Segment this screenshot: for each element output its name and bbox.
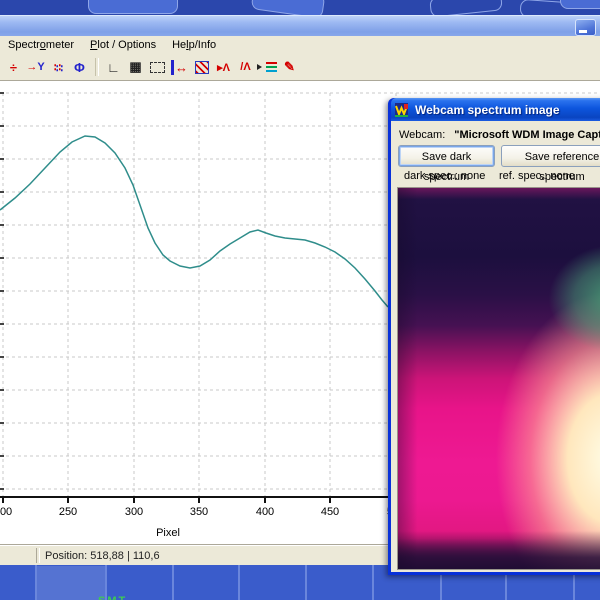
dialog-title-bar[interactable]: Webcam spectrum image <box>391 98 600 121</box>
peak-search-icon[interactable]: ▸Λ <box>213 57 234 77</box>
one-to-one-icon[interactable]: ∷ <box>47 57 68 77</box>
wallpaper-top <box>0 0 600 15</box>
zoom-box-icon[interactable] <box>147 57 168 77</box>
edit-plot-icon[interactable]: ✎ <box>279 57 300 77</box>
grid-icon[interactable]: ▦ <box>125 57 146 77</box>
wallpaper-grid-line <box>172 564 174 600</box>
desktop: SMT Spectrometer Plot / Options Help/Inf… <box>0 0 600 600</box>
menu-bar: Spectrometer Plot / Options Help/Info <box>0 36 600 55</box>
x-tick-label: 400 <box>255 506 275 518</box>
dark-spec-status: dark spec.: none <box>404 170 486 182</box>
desktop-icon-label[interactable]: SMT <box>98 595 127 600</box>
save-reference-spectrum-button[interactable]: Save reference spectrum <box>501 145 600 183</box>
phi-icon[interactable]: Φ <box>69 57 90 77</box>
webcam-app-icon <box>395 102 408 117</box>
webcam-device-row: Webcam: "Microsoft WDM Image Capture (V <box>399 129 600 141</box>
wallpaper-shape <box>560 0 600 9</box>
hatch-square <box>194 60 209 74</box>
wallpaper-grid-cell <box>37 566 105 600</box>
position-readout: Position: 518,88 | 110,6 <box>45 549 160 562</box>
webcam-dialog: Webcam spectrum image Webcam: "Microsoft … <box>388 98 600 575</box>
wallpaper-grid-line <box>305 564 307 600</box>
dialog-body: Webcam: "Microsoft WDM Image Capture (V S… <box>391 121 600 572</box>
axes-icon[interactable]: ∟ <box>103 57 124 77</box>
toolbar: ÷ → Y ∷ Φ ∟ ▦ ↔ ▸Λ /Λ ✎ <box>0 54 600 81</box>
wallpaper-shape <box>250 0 326 15</box>
wallpaper-shape <box>429 0 503 15</box>
toolbar-separator <box>95 58 99 76</box>
peak-fit-icon[interactable]: /Λ <box>235 57 256 77</box>
wallpaper-grid-line <box>35 564 37 600</box>
wallpaper-shape <box>88 0 178 14</box>
webcam-label: Webcam: <box>399 129 446 141</box>
x-range-icon[interactable]: ↔ <box>169 57 190 77</box>
dialog-title: Webcam spectrum image <box>415 102 560 117</box>
menu-plot-options[interactable]: Plot / Options <box>82 38 164 53</box>
minimize-icon <box>579 30 587 33</box>
webcam-spectrum-image[interactable] <box>397 187 600 570</box>
wallpaper-grid-line <box>238 564 240 600</box>
title-bar[interactable] <box>0 15 600 37</box>
wallpaper-grid-line <box>372 564 374 600</box>
x-tick-label: 350 <box>189 506 209 518</box>
menu-help-info[interactable]: Help/Info <box>164 38 224 53</box>
x-tick-label: 450 <box>320 506 340 518</box>
hatch-fill-icon[interactable] <box>191 57 212 77</box>
x-tick-label: 200 <box>0 506 13 518</box>
data-list-icon[interactable] <box>257 57 278 77</box>
x-tick-label: 300 <box>124 506 144 518</box>
scale-y-axis-icon[interactable]: → Y <box>25 57 46 77</box>
autoscale-y-icon[interactable]: ÷ <box>3 57 24 77</box>
x-range-glyph: ↔ <box>171 59 188 75</box>
save-dark-spectrum-button[interactable]: Save dark spectrum <box>398 145 495 183</box>
dashed-rect <box>150 61 165 73</box>
ref-spec-status: ref. spec.: none <box>499 170 575 182</box>
x-axis-title: Pixel <box>156 527 180 539</box>
menu-spectrometer[interactable]: Spectrometer <box>0 38 82 53</box>
minimize-button[interactable] <box>575 19 596 36</box>
x-tick-label: 250 <box>58 506 78 518</box>
webcam-device-name: "Microsoft WDM Image Capture (V <box>454 129 600 141</box>
